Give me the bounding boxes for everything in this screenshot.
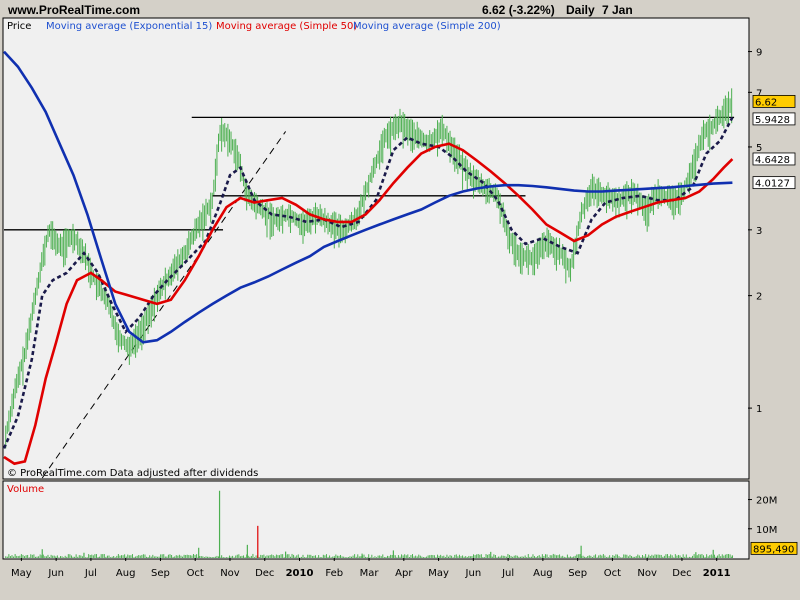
x-tick-label: Apr <box>395 568 413 579</box>
value-label-1: 5.9428 <box>755 115 790 126</box>
chart-canvas: www.ProRealTime.com 6.62 (-3.22%) Daily … <box>2 3 798 579</box>
x-tick-label: Nov <box>220 568 240 579</box>
y-tick-label: 9 <box>756 48 762 59</box>
volume-y-axis: 20M 10M 895,490 <box>748 496 798 555</box>
x-tick-label: Sep <box>568 568 587 579</box>
x-tick-label: Jun <box>47 568 64 579</box>
price-panel <box>2 17 750 480</box>
x-tick-label: Oct <box>604 568 621 579</box>
x-tick-label: 2010 <box>286 568 314 579</box>
y-tick-label: 1 <box>756 404 762 415</box>
legend-sma50: Moving average (Simple 50) <box>216 21 357 32</box>
x-tick-label: Jun <box>465 568 482 579</box>
x-tick-label: Jul <box>501 568 514 579</box>
value-label-2: 4.6428 <box>755 155 790 166</box>
y-tick-label: 3 <box>756 226 762 237</box>
x-tick-label: Oct <box>187 568 204 579</box>
x-tick-label: Dec <box>255 568 274 579</box>
date-text: 7 Jan <box>602 3 633 17</box>
x-tick-label: Aug <box>533 568 553 579</box>
x-tick-label: May <box>11 568 32 579</box>
period-text: Daily <box>566 3 595 17</box>
x-tick-label: Jul <box>84 568 97 579</box>
x-tick-label: Sep <box>151 568 170 579</box>
quote-text: 6.62 (-3.22%) <box>482 3 555 17</box>
value-label-0: 6.62 <box>755 97 777 108</box>
x-tick-label: Nov <box>637 568 657 579</box>
volume-tick-label: 10M <box>756 525 777 536</box>
x-tick-label: May <box>428 568 449 579</box>
x-tick-label: Aug <box>116 568 136 579</box>
legend-ema: Moving average (Exponential 15) <box>46 21 212 32</box>
x-tick-label: Feb <box>325 568 343 579</box>
x-axis: May Jun Jul Aug Sep Oct Nov Dec 2010 Feb Mar Apr May… <box>11 558 731 579</box>
volume-tick-label: 20M <box>756 496 777 507</box>
y-tick-label: 2 <box>756 292 762 303</box>
chart-window: www.ProRealTime.com 6.62 (-3.22%) Daily … <box>0 0 800 600</box>
footnote: © ProRealTime.com Data adjusted after di… <box>7 468 258 479</box>
volume-value-label: 895,490 <box>753 544 794 555</box>
volume-panel <box>2 480 750 560</box>
x-tick-label: 2011 <box>703 568 731 579</box>
volume-label: Volume <box>7 484 44 495</box>
legend-sma200: Moving average (Simple 200) <box>353 21 501 32</box>
x-tick-label: Mar <box>360 568 380 579</box>
y-tick-label: 5 <box>756 143 762 154</box>
x-tick-label: Dec <box>672 568 691 579</box>
site-title: www.ProRealTime.com <box>7 3 140 17</box>
legend-price: Price <box>7 21 31 32</box>
value-label-3: 4.0127 <box>755 179 790 190</box>
